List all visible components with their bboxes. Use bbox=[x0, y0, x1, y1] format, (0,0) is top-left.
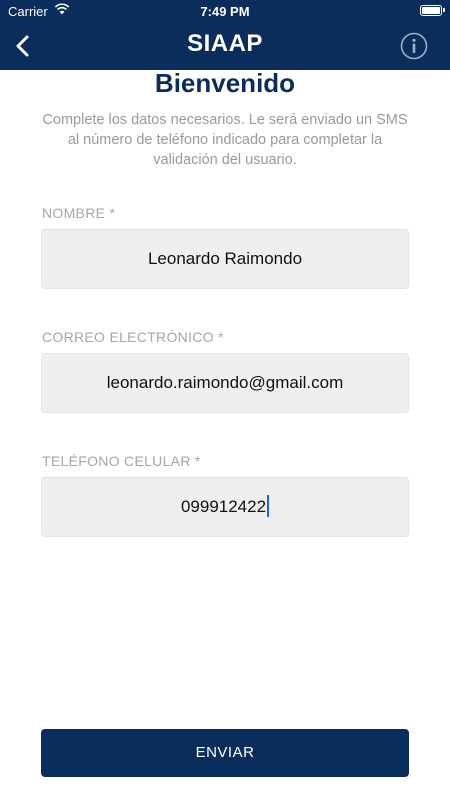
info-button[interactable] bbox=[400, 32, 428, 60]
text-caret bbox=[267, 494, 270, 517]
name-field[interactable]: Leonardo Raimondo bbox=[41, 229, 409, 289]
info-icon bbox=[400, 32, 428, 60]
email-field[interactable]: leonardo.raimondo@gmail.com bbox=[41, 353, 409, 413]
top-bar: Carrier 7:49 PM SIAAP bbox=[0, 0, 450, 70]
intro-text: Complete los datos necesarios. Le será e… bbox=[42, 112, 408, 168]
status-bar: Carrier 7:49 PM bbox=[0, 0, 450, 22]
navigation-bar: SIAAP bbox=[0, 22, 450, 70]
battery-icon bbox=[420, 5, 445, 16]
email-value: leonardo.raimondo@gmail.com bbox=[106, 373, 344, 392]
send-button[interactable]: ENVIAR bbox=[41, 729, 409, 777]
name-value: Leonardo Raimondo bbox=[147, 249, 303, 268]
page-title: SIAAP bbox=[187, 30, 263, 57]
phone-value: 099912422 bbox=[180, 497, 267, 516]
name-label: NOMBRE * bbox=[42, 205, 116, 221]
phone-label: TELÉFONO CELULAR * bbox=[42, 453, 201, 469]
email-label: CORREO ELECTRÓNICO * bbox=[42, 329, 224, 345]
welcome-heading: Bienvenido bbox=[154, 68, 296, 98]
phone-field[interactable]: 099912422 bbox=[41, 477, 409, 537]
status-time: 7:49 PM bbox=[200, 4, 250, 19]
